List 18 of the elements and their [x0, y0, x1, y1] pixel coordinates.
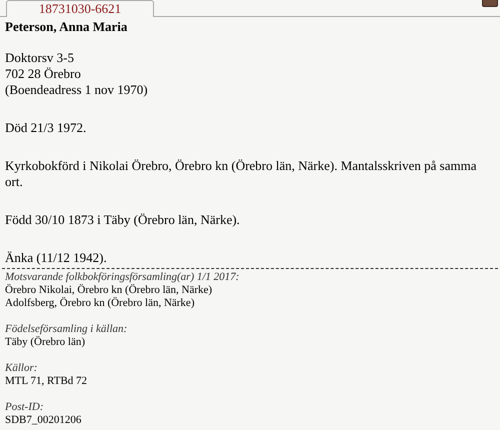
section-value: Täby (Örebro län) [5, 336, 86, 349]
section-heading: Källor: [5, 362, 38, 375]
record-text: Född 30/10 1873 i Täby (Örebro län, Närke). [5, 212, 241, 228]
record-text: Änka (11/12 1942). [5, 250, 108, 266]
address-line: (Boendeadress 1 nov 1970) [5, 82, 149, 98]
record-tab[interactable]: 18731030-6621 [6, 0, 154, 17]
section-heading: Motsvarande folkbokföringsförsamling(ar) 1/1 2017: [5, 271, 240, 284]
section-value: SDB7_00201206 [5, 414, 82, 427]
section-heading: Post-ID: [5, 401, 44, 414]
record-text: Död 21/3 1972. [5, 120, 88, 136]
person-name: Peterson, Anna Maria [5, 19, 128, 35]
record-text: Kyrkobokförd i Nikolai Örebro, Örebro kn (Örebro län, Närke). Mantalsskriven på samma ort. [5, 158, 478, 190]
section-value: Adolfsberg, Örebro kn (Örebro län, Närke) [5, 297, 196, 310]
address-line: 702 28 Örebro [5, 66, 82, 82]
section-value: MTL 71, RTBd 72 [5, 375, 88, 388]
address-line: Doktorsv 3-5 [5, 50, 75, 66]
section-value: Örebro Nikolai, Örebro kn (Örebro län, Närke) [5, 284, 214, 297]
section-heading: Födelseförsamling i källan: [5, 323, 128, 336]
